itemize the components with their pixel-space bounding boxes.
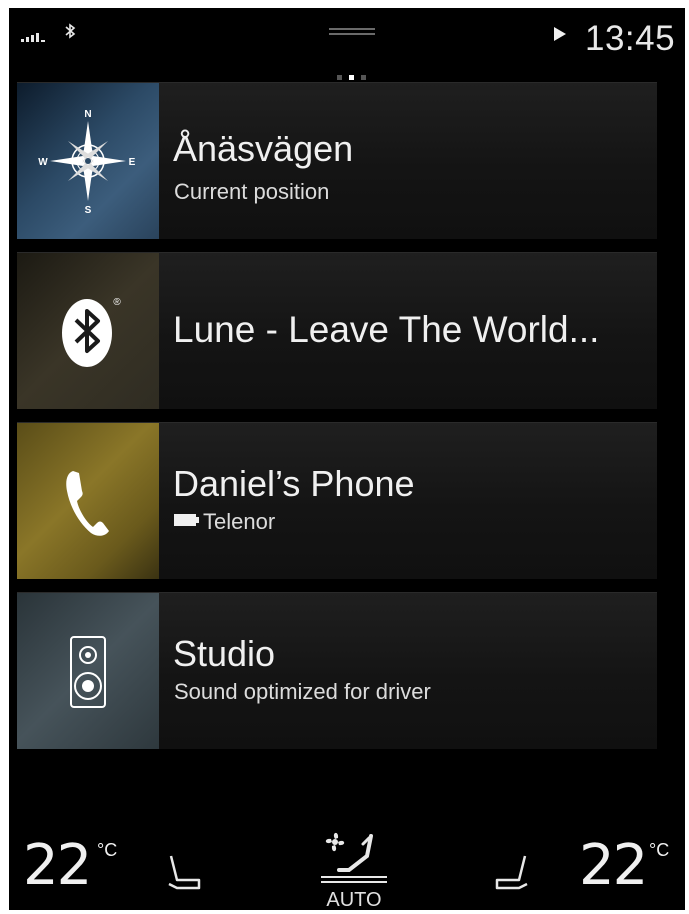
- phone-title: Daniel’s Phone: [173, 463, 415, 504]
- page-indicator: [337, 75, 366, 80]
- navigation-title: Ånäsvägen: [173, 128, 354, 169]
- compass-north-label: N: [84, 109, 91, 120]
- audio-title: Studio: [173, 633, 276, 674]
- compass-icon: N E S W: [38, 109, 136, 216]
- page-dot: [337, 75, 342, 80]
- media-title: Lune - Leave The World...: [173, 309, 600, 350]
- navigation-tile[interactable]: N E S W Ånäsvägen Current position: [17, 82, 657, 239]
- bluetooth-icon: ®: [62, 297, 121, 367]
- auto-label: AUTO: [326, 889, 382, 910]
- compass-east-label: E: [129, 157, 136, 168]
- media-tile[interactable]: ® Lune - Leave The World...: [17, 252, 657, 409]
- fan-auto-icon: [321, 832, 387, 883]
- compass-south-label: S: [85, 205, 92, 216]
- play-icon: [554, 27, 566, 41]
- audio-subtitle: Sound optimized for driver: [174, 679, 431, 704]
- speaker-icon: [70, 636, 106, 708]
- compass-west-label: W: [38, 157, 48, 168]
- seat-right-icon[interactable]: [491, 850, 531, 894]
- clock: 13:45: [585, 19, 676, 58]
- phone-tile[interactable]: Daniel’s Phone Telenor: [17, 422, 657, 579]
- left-temperature-unit: °C: [97, 840, 118, 860]
- left-temperature[interactable]: 22: [23, 838, 92, 894]
- seat-left-icon[interactable]: [165, 850, 205, 894]
- bluetooth-icon: [65, 23, 76, 39]
- registered-mark: ®: [113, 297, 121, 308]
- status-bar: 13:45: [9, 8, 685, 74]
- phone-icon: [66, 471, 109, 536]
- right-temperature[interactable]: 22: [579, 838, 648, 894]
- climate-bar: 22 °C AUTO 22 °C: [9, 820, 685, 910]
- audio-tile[interactable]: Studio Sound optimized for driver: [17, 592, 657, 749]
- signal-icon: [21, 33, 45, 42]
- infotainment-screen: 13:45 N E S W Ånäsvägen Current position…: [9, 8, 685, 910]
- phone-carrier: Telenor: [203, 509, 276, 534]
- navigation-subtitle: Current position: [174, 179, 330, 204]
- page-dot: [361, 75, 366, 80]
- audio-tile-icon-area: [17, 593, 159, 749]
- right-temperature-unit: °C: [649, 840, 670, 860]
- drag-handle-icon[interactable]: [329, 25, 375, 39]
- navigation-tile-icon-area: N E S W: [17, 83, 159, 239]
- phone-tile-icon-area: [17, 423, 159, 579]
- battery-icon: [174, 514, 199, 526]
- page-dot-active: [349, 75, 354, 80]
- media-tile-icon-area: ®: [17, 253, 159, 409]
